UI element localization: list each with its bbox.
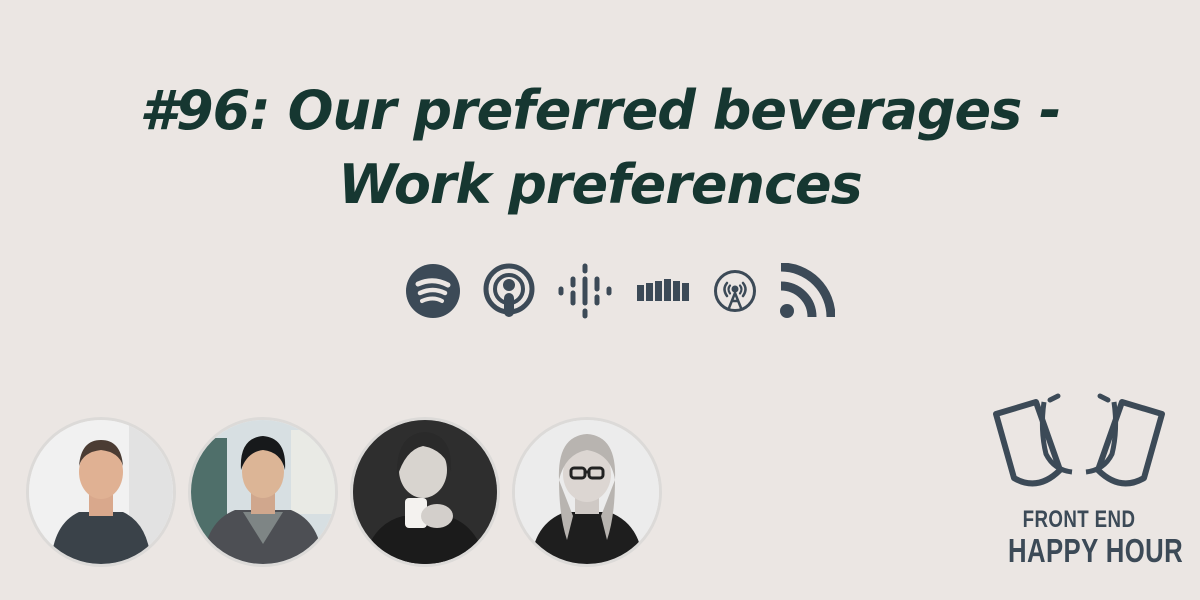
host-avatar (350, 417, 500, 567)
overcast-icon (714, 270, 756, 312)
logo-line-2: HAPPY HOUR (1008, 532, 1184, 569)
host-avatar-1 (29, 420, 173, 564)
host-avatars (26, 417, 662, 567)
front-end-happy-hour-logo: FRONT END HAPPY HOUR (988, 392, 1184, 582)
host-avatar (188, 417, 338, 567)
host-avatar-3 (353, 420, 497, 564)
google-podcasts-icon (558, 263, 612, 319)
host-avatar (512, 417, 662, 567)
apple-podcasts-link[interactable] (483, 263, 535, 319)
rss-link[interactable] (779, 263, 835, 319)
spotify-link[interactable] (405, 263, 461, 319)
episode-title: #96: Our preferred beverages - Work pref… (139, 79, 1061, 216)
apple-podcasts-icon (483, 263, 535, 317)
castbox-link[interactable] (635, 263, 691, 319)
host-avatar-2 (191, 420, 335, 564)
host-avatar-4 (515, 420, 659, 564)
overcast-link[interactable] (713, 269, 757, 313)
logo-line-1: FRONT END (1022, 506, 1136, 533)
cocktail-glasses-icon (993, 393, 1165, 487)
rss-icon (780, 263, 835, 318)
spotify-icon (406, 264, 460, 318)
google-podcasts-link[interactable] (557, 263, 613, 319)
host-avatar (26, 417, 176, 567)
pocket-casts-icon (637, 279, 689, 301)
podcast-platforms (405, 262, 835, 320)
